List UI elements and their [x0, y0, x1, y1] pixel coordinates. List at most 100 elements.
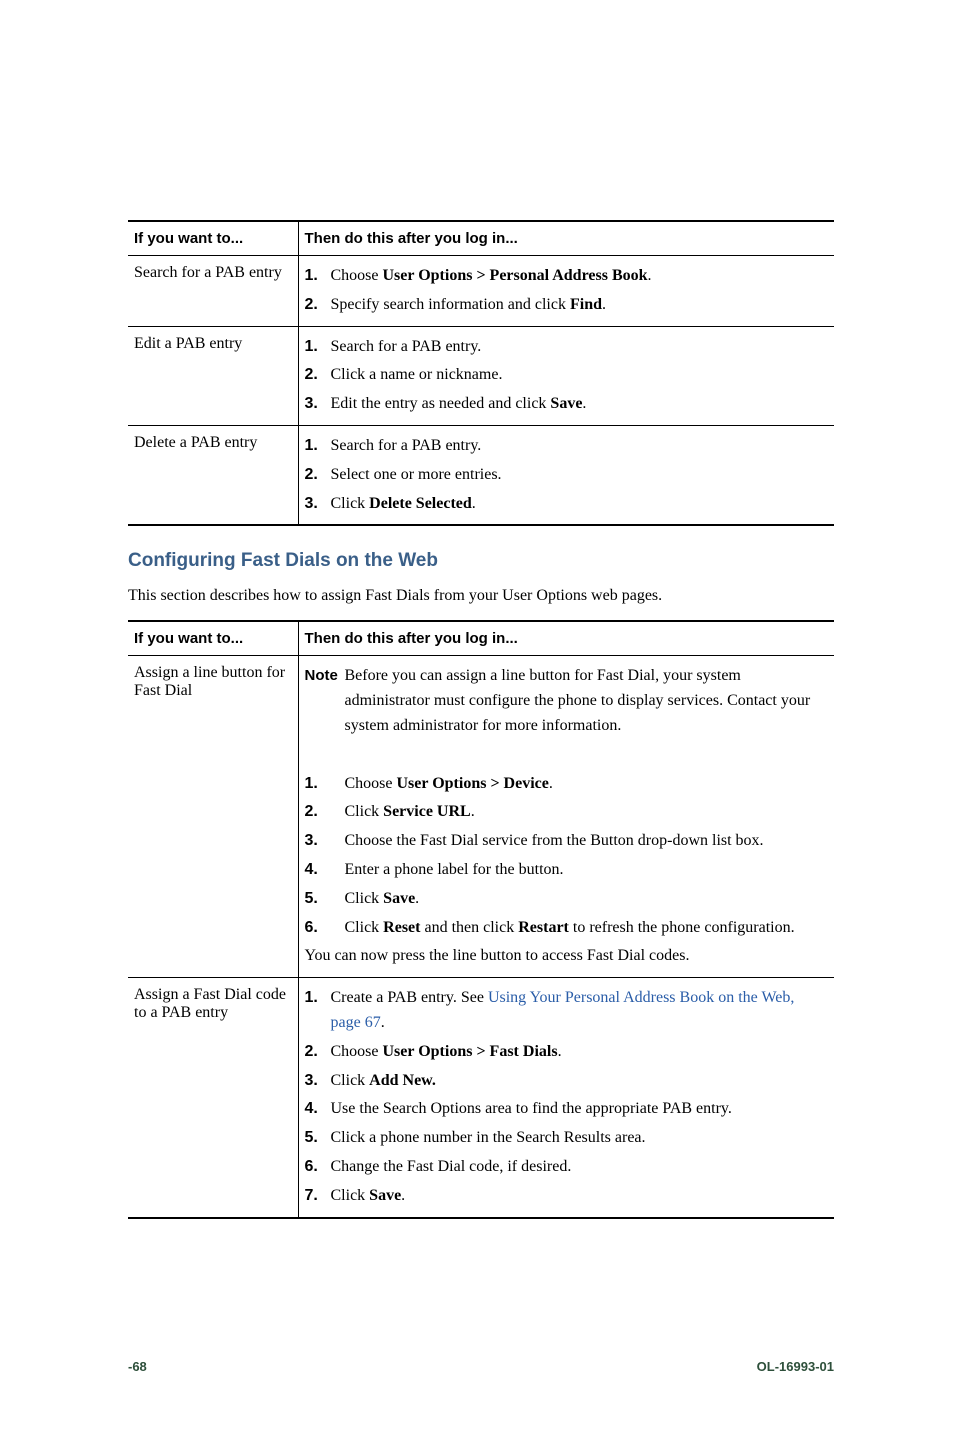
step-text: Choose User Options > Device.	[345, 770, 829, 799]
cross-ref-link[interactable]: Using Your Personal Address Book on the …	[331, 989, 795, 1031]
step-number: 3.	[305, 1067, 331, 1096]
step: 1.Search for a PAB entry.	[305, 333, 829, 362]
row-label: Delete a PAB entry	[128, 425, 298, 525]
step-number: 2.	[305, 291, 331, 320]
section-intro: This section describes how to assign Fas…	[128, 584, 834, 608]
row-label: Edit a PAB entry	[128, 326, 298, 425]
step-text: Choose the Fast Dial service from the Bu…	[345, 827, 829, 856]
note-text: Before you can assign a line button for …	[345, 662, 829, 740]
step-text: Use the Search Options area to find the …	[331, 1095, 829, 1124]
bold-text: Delete Selected	[369, 495, 472, 512]
step-text: Choose User Options > Personal Address B…	[331, 262, 829, 291]
page-number: -68	[128, 1359, 147, 1374]
bold-text: Restart	[518, 919, 569, 936]
step-text: Click Save.	[345, 885, 829, 914]
step: 3.Choose the Fast Dial service from the …	[305, 827, 829, 856]
step: 4.Enter a phone label for the button.	[305, 856, 829, 885]
step: 5.Click Save.	[305, 885, 829, 914]
step-text: Click a name or nickname.	[331, 361, 829, 390]
step-text: Edit the entry as needed and click Save.	[331, 390, 829, 419]
step-number: 2.	[305, 798, 345, 827]
row-label: Assign a line button for Fast Dial	[128, 656, 298, 978]
step-text: Search for a PAB entry.	[331, 333, 829, 362]
step: 1.Choose User Options > Device.	[305, 770, 829, 799]
step-number: 6.	[305, 914, 345, 943]
step-text: Click Delete Selected.	[331, 490, 829, 519]
table1-header-left: If you want to...	[128, 221, 298, 256]
bold-text: Save	[550, 395, 582, 412]
fast-dials-table: If you want to... Then do this after you…	[128, 620, 834, 1218]
step: 2.Specify search information and click F…	[305, 291, 829, 320]
step: 2.Choose User Options > Fast Dials.	[305, 1038, 829, 1067]
step-text: Enter a phone label for the button.	[345, 856, 829, 885]
step-number: 1.	[305, 984, 331, 1038]
steps-cell: NoteBefore you can assign a line button …	[298, 656, 834, 978]
bold-text: Save	[369, 1187, 401, 1204]
step: 1.Search for a PAB entry.	[305, 432, 829, 461]
step: 2.Click Service URL.	[305, 798, 829, 827]
step-number: 1.	[305, 770, 345, 799]
steps-cell: 1.Create a PAB entry. See Using Your Per…	[298, 978, 834, 1218]
step-number: 3.	[305, 490, 331, 519]
step: 4.Use the Search Options area to find th…	[305, 1095, 829, 1124]
table1-header-right: Then do this after you log in...	[298, 221, 834, 256]
step-text: Choose User Options > Fast Dials.	[331, 1038, 829, 1067]
step-number: 2.	[305, 361, 331, 390]
bold-text: Save	[383, 890, 415, 907]
after-text: You can now press the line button to acc…	[305, 942, 829, 971]
step-number: 2.	[305, 461, 331, 490]
step-text: Search for a PAB entry.	[331, 432, 829, 461]
steps-cell: 1.Search for a PAB entry.2.Select one or…	[298, 425, 834, 525]
steps-cell: 1.Choose User Options > Personal Address…	[298, 256, 834, 327]
step-text: Click Add New.	[331, 1067, 829, 1096]
note-label: Note	[305, 662, 345, 740]
step-number: 6.	[305, 1153, 331, 1182]
bold-text: Add New.	[369, 1072, 436, 1089]
section-heading: Configuring Fast Dials on the Web	[128, 550, 834, 572]
table2-header-right: Then do this after you log in...	[298, 621, 834, 656]
step-text: Click Save.	[331, 1182, 829, 1211]
page-footer: -68 OL-16993-01	[128, 1359, 834, 1374]
step: 3.Click Add New.	[305, 1067, 829, 1096]
step: 2.Click a name or nickname.	[305, 361, 829, 390]
step: 3.Edit the entry as needed and click Sav…	[305, 390, 829, 419]
step-number: 2.	[305, 1038, 331, 1067]
step-number: 3.	[305, 827, 345, 856]
step: 2.Select one or more entries.	[305, 461, 829, 490]
step: 6.Click Reset and then click Restart to …	[305, 914, 829, 943]
step-text: Click Service URL.	[345, 798, 829, 827]
table-row: Assign a line button for Fast DialNoteBe…	[128, 656, 834, 978]
doc-id: OL-16993-01	[757, 1359, 834, 1374]
step-number: 1.	[305, 333, 331, 362]
table-row: Assign a Fast Dial code to a PAB entry1.…	[128, 978, 834, 1218]
step-text: Click Reset and then click Restart to re…	[345, 914, 829, 943]
bold-text: Find	[570, 296, 602, 313]
step: 1.Create a PAB entry. See Using Your Per…	[305, 984, 829, 1038]
step-text: Change the Fast Dial code, if desired.	[331, 1153, 829, 1182]
step-number: 7.	[305, 1182, 331, 1211]
bold-text: User Options > Device	[397, 775, 549, 792]
table-row: Delete a PAB entry1.Search for a PAB ent…	[128, 425, 834, 525]
step: 7.Click Save.	[305, 1182, 829, 1211]
step-text: Click a phone number in the Search Resul…	[331, 1124, 829, 1153]
step-text: Select one or more entries.	[331, 461, 829, 490]
step-number: 3.	[305, 390, 331, 419]
bold-text: User Options > Personal Address Book	[383, 267, 648, 284]
step-number: 5.	[305, 1124, 331, 1153]
bold-text: Reset	[383, 919, 420, 936]
bold-text: Service URL	[383, 803, 471, 820]
row-label: Assign a Fast Dial code to a PAB entry	[128, 978, 298, 1218]
step-number: 1.	[305, 432, 331, 461]
step-text: Create a PAB entry. See Using Your Perso…	[331, 984, 829, 1038]
table-row: Edit a PAB entry1.Search for a PAB entry…	[128, 326, 834, 425]
table-row: Search for a PAB entry1.Choose User Opti…	[128, 256, 834, 327]
step-number: 1.	[305, 262, 331, 291]
step-text: Specify search information and click Fin…	[331, 291, 829, 320]
step: 3.Click Delete Selected.	[305, 490, 829, 519]
steps-cell: 1.Search for a PAB entry.2.Click a name …	[298, 326, 834, 425]
row-label: Search for a PAB entry	[128, 256, 298, 327]
table2-header-left: If you want to...	[128, 621, 298, 656]
pab-actions-table: If you want to... Then do this after you…	[128, 220, 834, 526]
step-number: 4.	[305, 856, 345, 885]
bold-text: User Options > Fast Dials	[383, 1043, 558, 1060]
